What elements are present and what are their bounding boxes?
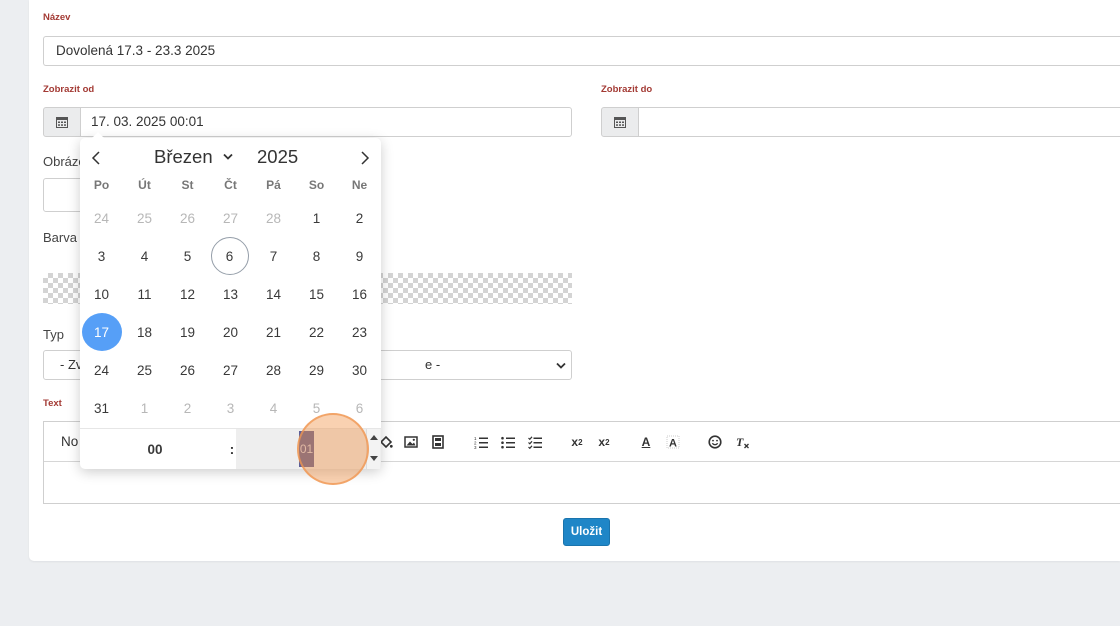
calendar-day[interactable]: 26 [168, 199, 208, 237]
svg-text:T: T [736, 435, 744, 449]
calendar-day[interactable]: 6 [210, 237, 249, 275]
calendar-day[interactable]: 15 [297, 275, 337, 313]
calendar-day[interactable]: 11 [125, 275, 165, 313]
calendar-day[interactable]: 27 [211, 199, 251, 237]
datepicker-popup: Březen 2025 Po Út St Čt Pá So Ne 24 25 26 27 28 1 2 3… [80, 132, 381, 469]
to-calendar-addon[interactable] [601, 107, 639, 137]
calendar-day[interactable]: 22 [297, 313, 337, 351]
superscript-icon[interactable]: x2 [595, 433, 613, 451]
calendar-day[interactable]: 5 [168, 237, 208, 275]
calendar-day[interactable]: 24 [82, 351, 122, 389]
calendar-day[interactable]: 9 [340, 237, 380, 275]
save-button[interactable]: Uložit [563, 518, 610, 546]
calendar-day[interactable]: 19 [168, 313, 208, 351]
to-label: Zobrazit do [601, 84, 653, 95]
calendar-day[interactable]: 24 [82, 199, 122, 237]
spinner-down-icon[interactable] [370, 456, 378, 461]
calendar-day[interactable]: 5 [297, 389, 337, 427]
weekday-header: Pá [266, 178, 281, 192]
calendar-day[interactable]: 28 [254, 351, 294, 389]
calendar-day[interactable]: 25 [125, 351, 165, 389]
calendar-day[interactable]: 18 [125, 313, 165, 351]
calendar-day[interactable]: 27 [211, 351, 251, 389]
checklist-icon[interactable] [526, 433, 544, 451]
bullet-list-icon[interactable] [499, 433, 517, 451]
calendar-day[interactable]: 28 [254, 199, 294, 237]
calendar-day[interactable]: 29 [297, 351, 337, 389]
weekday-header: So [308, 178, 325, 192]
calendar-day[interactable]: 26 [168, 351, 208, 389]
calendar-day[interactable]: 23 [340, 313, 380, 351]
from-calendar-addon[interactable] [43, 107, 81, 137]
calendar-day[interactable]: 4 [254, 389, 294, 427]
calendar-day[interactable]: 8 [297, 237, 337, 275]
image-icon[interactable] [402, 433, 420, 451]
calendar-day[interactable]: 21 [254, 313, 294, 351]
calendar-day[interactable]: 2 [168, 389, 208, 427]
month-label: Březen [154, 146, 213, 167]
calendar-day[interactable]: 13 [211, 275, 251, 313]
calendar-day[interactable]: 14 [254, 275, 294, 313]
text-color-icon[interactable]: A [637, 433, 655, 451]
weekday-header: St [181, 178, 194, 192]
weekday-header: Čt [224, 178, 237, 192]
calendar-day[interactable]: 25 [125, 199, 165, 237]
weekday-header: Po [93, 178, 110, 192]
time-picker: 00 : 01 [80, 428, 381, 469]
calendar-day[interactable]: 6 [340, 389, 380, 427]
calendar-day[interactable]: 20 [211, 313, 251, 351]
chevron-right-icon [361, 151, 370, 165]
calendar-day[interactable]: 1 [297, 199, 337, 237]
calendar-day[interactable]: 3 [211, 389, 251, 427]
weekday-header: Út [138, 178, 151, 192]
subscript-icon[interactable]: x2 [568, 433, 586, 451]
chevron-down-icon [556, 362, 566, 369]
name-label: Název [43, 12, 71, 23]
name-input[interactable]: Dovolená 17.3 - 23.3 2025 [43, 36, 1120, 66]
image-label: Obrázek [43, 154, 80, 169]
svg-text:3: 3 [474, 445, 477, 449]
calendar-icon [614, 117, 626, 128]
prev-month-button[interactable] [86, 148, 106, 168]
numbered-list-icon[interactable]: 123 [472, 433, 490, 451]
film-icon[interactable] [429, 433, 447, 451]
calendar-day[interactable]: 17 [81, 313, 122, 351]
calendar-day[interactable]: 31 [82, 389, 122, 427]
calendar-day[interactable]: 30 [340, 351, 380, 389]
type-label: Typ [43, 327, 64, 342]
minute-spinner[interactable] [366, 429, 380, 469]
remove-format-icon[interactable]: T [734, 433, 752, 451]
weekday-header: Ne [351, 178, 368, 192]
spinner-up-icon[interactable] [370, 435, 378, 440]
type-select-value-right: e - [425, 357, 441, 372]
minute-input[interactable]: 01 [299, 431, 314, 467]
datepicker-pointer [92, 132, 104, 138]
calendar-day[interactable]: 2 [340, 199, 380, 237]
background-color-icon[interactable]: A [664, 433, 682, 451]
svg-text:A: A [669, 438, 677, 450]
calendar-day[interactable]: 10 [82, 275, 122, 313]
emoji-icon[interactable] [706, 433, 724, 451]
hour-input[interactable]: 00 [80, 429, 230, 469]
month-select[interactable]: Březen [154, 146, 233, 168]
calendar-day[interactable]: 12 [168, 275, 208, 313]
from-label: Zobrazit od [43, 84, 95, 95]
from-input[interactable]: 17. 03. 2025 00:01 [80, 107, 572, 137]
calendar-day[interactable]: 1 [125, 389, 165, 427]
next-month-button[interactable] [355, 148, 375, 168]
calendar-day[interactable]: 7 [254, 237, 294, 275]
color-label: Barva [43, 230, 77, 245]
calendar-day[interactable]: 3 [82, 237, 122, 275]
chevron-left-icon [91, 151, 100, 165]
to-input[interactable] [638, 107, 1120, 137]
year-input[interactable]: 2025 [257, 146, 298, 168]
text-label: Text [43, 398, 62, 409]
time-separator: : [229, 441, 235, 457]
calendar-icon [56, 117, 68, 128]
chevron-down-icon [222, 153, 233, 160]
calendar-day[interactable]: 16 [340, 275, 380, 313]
calendar-day[interactable]: 4 [125, 237, 165, 275]
format-dropdown[interactable]: No [61, 434, 78, 449]
